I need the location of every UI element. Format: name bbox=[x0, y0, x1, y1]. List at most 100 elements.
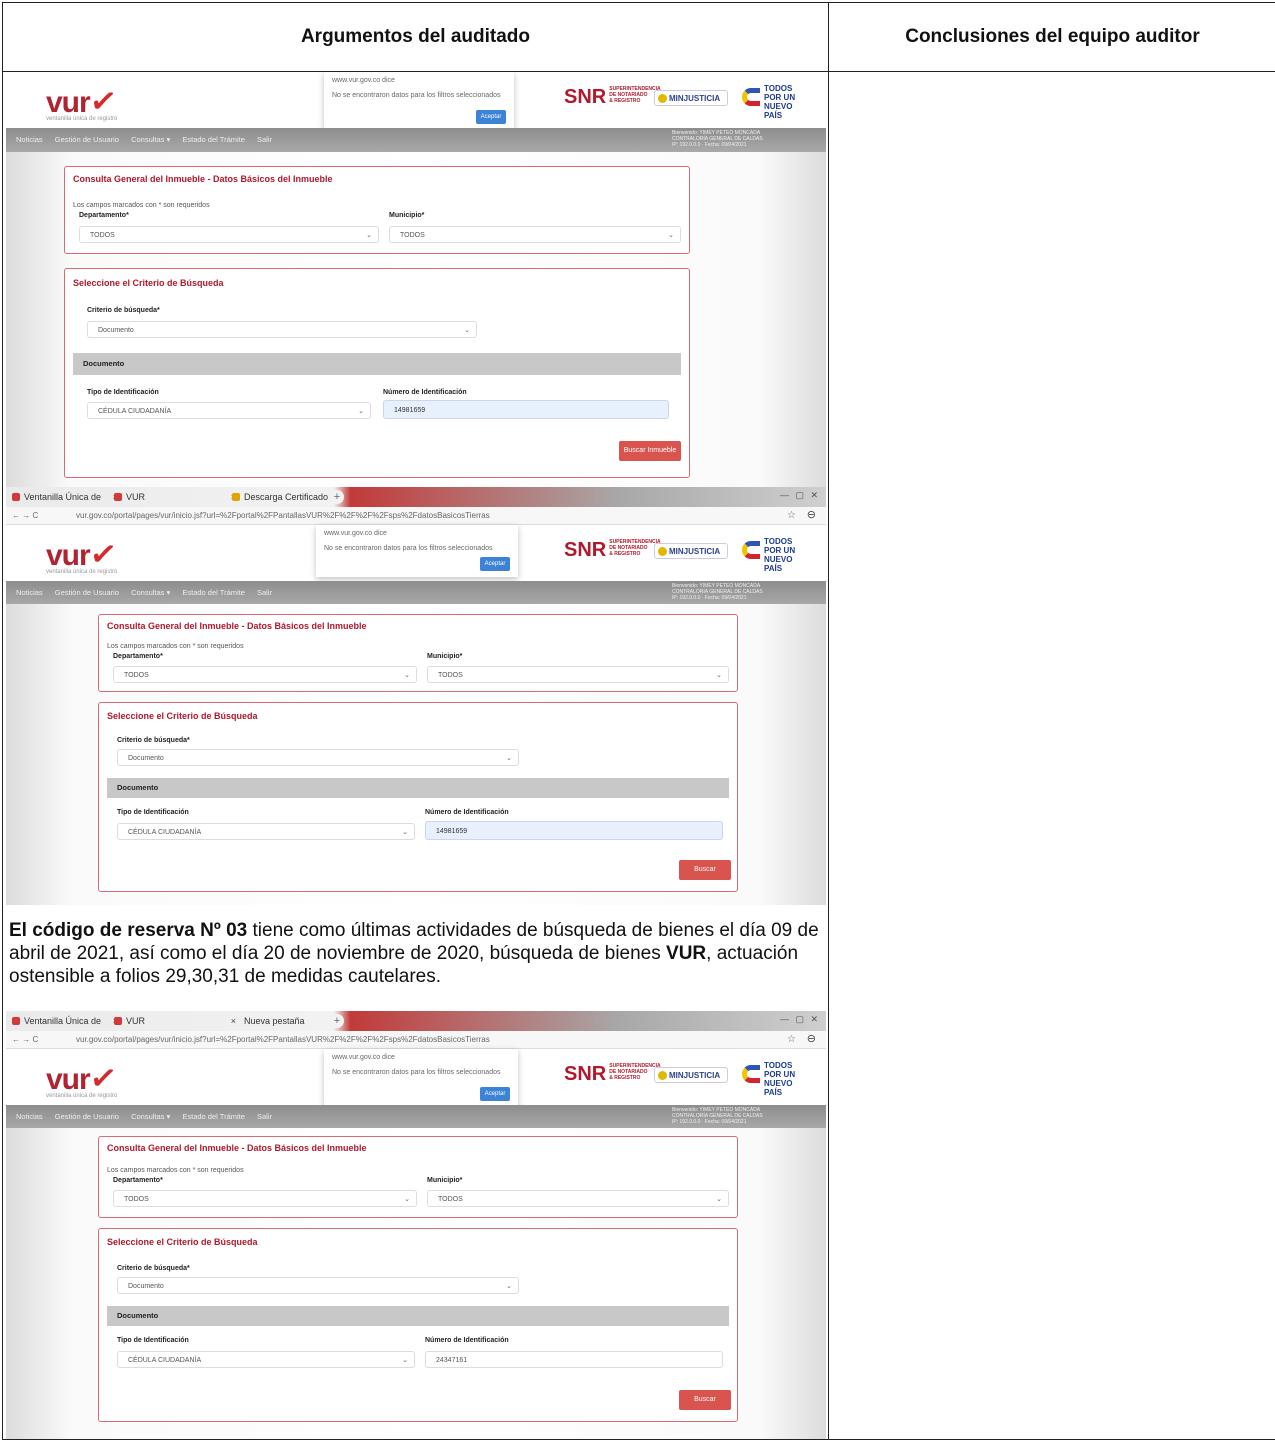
alert-message: No se encontraron datos para los filtros… bbox=[332, 92, 500, 99]
criterio-select[interactable]: Documento⌄ bbox=[87, 321, 477, 338]
buscar-inmueble-button[interactable]: Buscar Inmueble bbox=[679, 860, 731, 880]
tipo-id-select[interactable]: CÉDULA CIUDADANÍA⌄ bbox=[87, 402, 371, 419]
chevron-down-icon: ⌄ bbox=[464, 322, 470, 339]
chevron-down-icon: ⌄ bbox=[506, 1278, 512, 1295]
alert-accept-button[interactable]: Aceptar bbox=[480, 1087, 510, 1101]
tipo-id-select[interactable]: CÉDULA CIUDADANÍA⌄ bbox=[117, 823, 415, 840]
browser-tab[interactable]: Ventanilla Única de Registro× bbox=[10, 489, 120, 505]
chevron-down-icon: ⌄ bbox=[402, 824, 408, 841]
browser-nav-icons[interactable]: ← → C bbox=[12, 1031, 38, 1048]
header-argumentos: Argumentos del auditado bbox=[3, 3, 829, 72]
account-icon[interactable]: ⊖ bbox=[807, 1031, 816, 1048]
minjusticia-logo: MINJUSTICIA bbox=[654, 1067, 728, 1083]
new-tab-button[interactable]: + bbox=[330, 490, 344, 504]
numero-id-label: Número de Identificación bbox=[383, 389, 467, 396]
menu-gestion-usuario[interactable]: Gestión de Usuario bbox=[55, 1112, 119, 1121]
municipio-select[interactable]: TODOS⌄ bbox=[427, 1190, 729, 1207]
panel-datos-basicos: Consulta General del Inmueble - Datos Bá… bbox=[98, 1136, 738, 1218]
panel-title: Seleccione el Criterio de Búsqueda bbox=[107, 1237, 258, 1247]
panel-criterio: Seleccione el Criterio de Búsqueda Crite… bbox=[98, 702, 738, 892]
menu-noticias[interactable]: Noticias bbox=[16, 1112, 43, 1121]
numero-id-input[interactable]: 24347161 bbox=[425, 1351, 723, 1368]
municipio-select[interactable]: TODOS⌄ bbox=[427, 666, 729, 683]
url-field[interactable]: vur.gov.co/portal/pages/vur/inicio.jsf?u… bbox=[76, 1031, 490, 1048]
alert-accept-button[interactable]: Aceptar bbox=[476, 110, 506, 124]
criterio-select[interactable]: Documento⌄ bbox=[117, 1277, 519, 1294]
browser-tab[interactable]: VUR× bbox=[112, 1013, 238, 1029]
menu-gestion-usuario[interactable]: Gestión de Usuario bbox=[55, 135, 119, 144]
browser-tab[interactable]: Nueva pestaña× bbox=[230, 1013, 340, 1029]
site-menubar: Noticias Gestión de Usuario Consultas ▾ … bbox=[6, 128, 826, 152]
tipo-id-select[interactable]: CÉDULA CIUDADANÍA⌄ bbox=[117, 1351, 415, 1368]
menu-consultas[interactable]: Consultas ▾ bbox=[131, 135, 170, 144]
departamento-select[interactable]: TODOS⌄ bbox=[79, 226, 379, 243]
chevron-down-icon: ⌄ bbox=[506, 750, 512, 767]
bookmark-star-icon[interactable]: ☆ bbox=[787, 1031, 796, 1048]
site-menubar: Noticias Gestión de Usuario Consultas ▾ … bbox=[6, 1105, 826, 1129]
menu-estado-tramite[interactable]: Estado del Trámite bbox=[182, 1112, 245, 1121]
numero-id-input[interactable]: 14981659 bbox=[383, 400, 669, 419]
browser-nav-icons[interactable]: ← → C bbox=[12, 507, 38, 524]
numero-id-label: Número de Identificación bbox=[425, 1337, 509, 1344]
departamento-label: Departamento* bbox=[113, 653, 163, 660]
tipo-id-label: Tipo de Identificación bbox=[117, 809, 189, 816]
criterio-label: Criterio de búsqueda* bbox=[87, 307, 160, 314]
chevron-down-icon: ⌄ bbox=[358, 403, 364, 420]
account-icon[interactable]: ⊖ bbox=[807, 507, 816, 524]
site-content: Consulta General del Inmueble - Datos Bá… bbox=[6, 604, 826, 905]
menu-salir[interactable]: Salir bbox=[257, 588, 272, 597]
url-field[interactable]: vur.gov.co/portal/pages/vur/inicio.jsf?u… bbox=[76, 507, 490, 524]
browser-tab[interactable]: Descarga Certificado de Bus...× bbox=[230, 489, 340, 505]
municipio-select[interactable]: TODOS⌄ bbox=[389, 226, 681, 243]
menu-salir[interactable]: Salir bbox=[257, 135, 272, 144]
menu-estado-tramite[interactable]: Estado del Trámite bbox=[182, 135, 245, 144]
browser-tab[interactable]: Ventanilla Única de Registro× bbox=[10, 1013, 120, 1029]
bookmark-star-icon[interactable]: ☆ bbox=[787, 507, 796, 524]
window-controls[interactable]: — ▢ ✕ bbox=[780, 1014, 820, 1025]
menu-noticias[interactable]: Noticias bbox=[16, 135, 43, 144]
documento-subheader: Documento bbox=[107, 778, 729, 798]
browser-urlbar: ← → C vur.gov.co/portal/pages/vur/inicio… bbox=[6, 507, 826, 525]
required-note: Los campos marcados con * son requeridos bbox=[107, 1167, 244, 1174]
menu-estado-tramite[interactable]: Estado del Trámite bbox=[182, 588, 245, 597]
alert-dialog: www.vur.gov.co dice No se encontraron da… bbox=[316, 525, 518, 577]
new-tab-button[interactable]: + bbox=[330, 1014, 344, 1028]
user-info: Bienvenido: YIMEY PETEO MONCADA CONTRALO… bbox=[672, 130, 812, 148]
chevron-down-icon: ⌄ bbox=[668, 227, 674, 244]
numero-id-input[interactable]: 14981659 bbox=[425, 821, 723, 840]
panel-criterio: Seleccione el Criterio de Búsqueda Crite… bbox=[64, 268, 690, 478]
browser-tab[interactable]: VUR× bbox=[112, 489, 238, 505]
tipo-id-label: Tipo de Identificación bbox=[117, 1337, 189, 1344]
panel-title: Consulta General del Inmueble - Datos Bá… bbox=[107, 1143, 367, 1153]
menu-salir[interactable]: Salir bbox=[257, 1112, 272, 1121]
screenshot-1: vur✓ ventanilla única de registro www.vu… bbox=[6, 72, 826, 487]
panel-title: Consulta General del Inmueble - Datos Bá… bbox=[73, 174, 333, 184]
vur-logo-subtitle: ventanilla única de registro bbox=[46, 1093, 117, 1099]
menu-noticias[interactable]: Noticias bbox=[16, 588, 43, 597]
menu-consultas[interactable]: Consultas ▾ bbox=[131, 588, 170, 597]
departamento-select[interactable]: TODOS⌄ bbox=[113, 1190, 417, 1207]
vur-logo: vur✓ bbox=[46, 535, 116, 573]
buscar-inmueble-button[interactable]: Buscar Inmueble bbox=[679, 1390, 731, 1410]
header-conclusiones: Conclusiones del equipo auditor bbox=[829, 3, 1275, 72]
vur-logo: vur✓ bbox=[46, 82, 116, 120]
minjusticia-logo: MINJUSTICIA bbox=[654, 90, 728, 106]
departamento-select[interactable]: TODOS⌄ bbox=[113, 666, 417, 683]
chevron-down-icon: ⌄ bbox=[404, 667, 410, 684]
browser-tabbar: Ventanilla Única de Registro× VUR× Nueva… bbox=[6, 1011, 826, 1031]
site-content: Consulta General del Inmueble - Datos Bá… bbox=[6, 152, 826, 487]
window-controls[interactable]: — ▢ ✕ bbox=[780, 490, 820, 501]
menu-consultas[interactable]: Consultas ▾ bbox=[131, 1112, 170, 1121]
alert-accept-button[interactable]: Aceptar bbox=[480, 557, 510, 571]
nuevo-pais-logo: TODOS POR UN NUEVO PAÍS bbox=[742, 537, 810, 565]
criterio-label: Criterio de búsqueda* bbox=[117, 737, 190, 744]
menu-gestion-usuario[interactable]: Gestión de Usuario bbox=[55, 588, 119, 597]
nuevo-pais-logo: TODOS POR UN NUEVO PAÍS bbox=[742, 84, 810, 112]
alert-message: No se encontraron datos para los filtros… bbox=[332, 1069, 500, 1076]
chevron-down-icon: ⌄ bbox=[404, 1191, 410, 1208]
audit-table: Argumentos del auditado Conclusiones del… bbox=[2, 2, 1275, 1440]
vur-logo: vur✓ bbox=[46, 1059, 116, 1097]
criterio-select[interactable]: Documento⌄ bbox=[117, 749, 519, 766]
buscar-inmueble-button[interactable]: Buscar Inmueble bbox=[619, 441, 681, 461]
argumentos-cell: vur✓ ventanilla única de registro www.vu… bbox=[3, 72, 829, 1440]
